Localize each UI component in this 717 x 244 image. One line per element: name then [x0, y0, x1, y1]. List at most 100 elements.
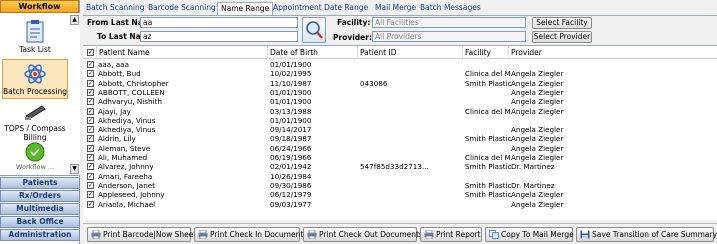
row-checkbox[interactable]: ✓ [87, 154, 94, 161]
select-provider-button[interactable]: Select Provider [532, 31, 592, 43]
nav-rx-orders[interactable]: Rx/Orders [0, 190, 80, 202]
copy-to-mail-merge-button[interactable]: Copy To Mail Merge [485, 227, 574, 242]
from-last-name-input[interactable]: aa [140, 17, 298, 28]
row-checkbox[interactable]: ✓ [87, 70, 94, 78]
facility-cell [465, 60, 511, 69]
print-check-out-documents-button[interactable]: Print Check Out Documents [303, 227, 423, 242]
facility-cell: Smith Plastic Sur... [465, 190, 511, 200]
provider-field[interactable]: All Providers [372, 31, 526, 42]
patient-id-cell: 043086 [360, 78, 388, 88]
row-checkbox[interactable]: ✓ [87, 61, 94, 68]
table-row[interactable]: ✓ Abbott, Bud 10/02/1995 Clinica del MarAng… [83, 69, 717, 78]
nav-administration[interactable]: Administration [0, 229, 80, 241]
table-row[interactable]: ✓ Ariaola, Michael 09/03/1977 Angela Ziegle… [83, 200, 717, 209]
dob-cell: 11/10/1987 [270, 78, 312, 88]
row-checkbox[interactable]: ✓ [87, 181, 94, 189]
button-label: Print Report [436, 230, 481, 239]
print-report-button[interactable]: Print Report [420, 227, 482, 242]
nav-patients[interactable]: Patients [0, 177, 80, 189]
scroll-down-arrow-icon[interactable]: ▼ [70, 164, 79, 174]
tab-name-range[interactable]: Name Range [217, 2, 274, 15]
row-checkbox[interactable]: ✓ [87, 107, 94, 115]
table-row[interactable]: ✓ Abbott, Christopher 11/10/1987 043086 Smit… [83, 79, 717, 88]
table-row[interactable]: ✓ ABBOTT, COLLEEN 01/01/1900 Angela Ziegler [83, 88, 717, 97]
dob-cell: 06/24/1966 [270, 143, 312, 153]
select-all-checkbox[interactable]: ✓ [87, 49, 94, 56]
scroll-up-arrow-icon[interactable]: ▲ [70, 15, 79, 25]
patient-id-cell [360, 69, 432, 78]
select-facility-button[interactable]: Select Facility [532, 17, 592, 29]
button-label: Print Barcode|Now Sheets [103, 230, 201, 239]
table-row[interactable]: ✓ Adhvaryu, Nishith 01/01/1900 Angela Ziegl… [83, 97, 717, 106]
facility-cell: Clinica del Mar [465, 153, 511, 162]
column-header-facility[interactable]: Facility [463, 46, 509, 59]
provider-cell: Angela Ziegler [511, 87, 564, 97]
patient-name-cell: Ariaola, Michael [98, 199, 156, 209]
provider-cell: Angela Ziegler [511, 125, 564, 135]
workflow-item-green[interactable] [2, 142, 68, 164]
row-checkbox[interactable]: ✓ [87, 116, 94, 124]
nav-back-office[interactable]: Back Office [0, 216, 80, 228]
row-checkbox[interactable]: ✓ [87, 135, 94, 143]
row-checkbox[interactable]: ✓ [87, 172, 94, 180]
to-last-name-input[interactable]: az [140, 31, 298, 42]
print-check-in-documents-button[interactable]: Print Check In Documents [194, 227, 307, 242]
table-row[interactable]: ✓ Aldrin, Lily 09/18/1987 Smith Plastic Sur… [83, 134, 717, 143]
column-header-patient-id[interactable]: Patient ID [358, 46, 463, 59]
table-row[interactable]: ✓ Ali, Muhamed 06/19/1966 Clinica del MarAn… [83, 153, 717, 162]
workflow-item-batch-processing[interactable]: Batch Processing [2, 59, 68, 99]
row-checkbox[interactable]: ✓ [87, 126, 94, 134]
nav-multimedia[interactable]: Multimedia [0, 203, 80, 215]
patient-name-cell: Adhvaryu, Nishith [98, 97, 162, 107]
save-transition-of-care-summary-button[interactable]: Save Transition of Care Summary [576, 227, 717, 242]
facility-cell [465, 125, 511, 134]
table-row[interactable]: ✓ Amari, Fareeha 10/26/1984 [83, 172, 717, 181]
table-row[interactable]: ✓ Akhediya, Vinus 09/14/2017 Angela Ziegler [83, 125, 717, 134]
print-barcode-sheets-button[interactable]: Print Barcode|Now Sheets [87, 227, 200, 242]
workflow-item-tops-compass-billing[interactable]: TOPS / Compass Billing [2, 102, 68, 142]
table-row[interactable]: ✓ Appleseed, Johnny 06/12/1979 Smith Plasti… [83, 190, 717, 199]
search-button[interactable] [302, 17, 326, 43]
patient-id-cell [360, 190, 432, 199]
dob-cell: 09/18/1987 [270, 134, 312, 144]
row-checkbox[interactable]: ✓ [87, 79, 94, 87]
table-row[interactable]: ✓ Alvarez, Johnny 02/01/1942 547f85d33d2713… [83, 162, 717, 171]
row-checkbox[interactable]: ✓ [87, 144, 94, 152]
dob-cell: 01/01/1900 [270, 60, 312, 69]
table-row[interactable]: ✓ Anderson, Janet 09/30/1986 Smith Plastic … [83, 181, 717, 190]
patient-id-cell [360, 200, 432, 209]
row-checkbox[interactable]: ✓ [87, 200, 94, 208]
patient-id-cell [360, 144, 432, 153]
tab-appointment-date-range[interactable]: Appointment Date Range [270, 2, 371, 15]
patient-name-cell: Anderson, Janet [98, 180, 155, 190]
table-row[interactable]: ✓ Ajayi, Jay 03/13/1988 Clinica del MarAnge… [83, 107, 717, 116]
grid-header: ✓ Patient Name Date of Birth Patient ID … [83, 46, 717, 59]
tab-batch-scanning[interactable]: Batch Scanning [83, 2, 148, 15]
patient-id-cell [360, 134, 432, 143]
table-row[interactable]: ✓ aaa, aaa 01/01/1900 [83, 60, 717, 69]
patient-id-cell [360, 60, 432, 69]
workflow-item-task-list[interactable]: Task List [2, 19, 68, 57]
row-checkbox[interactable]: ✓ [87, 191, 94, 199]
tab-barcode-scanning[interactable]: Barcode Scanning [145, 2, 219, 15]
workflow-sidebar: Workflow ▲ ▼ Task List Batch Processing [0, 0, 80, 244]
patient-name-cell: aaa, aaa [98, 60, 129, 69]
facility-field[interactable]: All Facilities [372, 17, 526, 28]
dob-cell: 09/30/1986 [270, 180, 312, 190]
column-header-provider[interactable]: Provider [509, 46, 717, 59]
column-header-patient-name[interactable]: Patient Name [97, 46, 268, 59]
table-row[interactable]: ✓ Aleman, Steve 06/24/1966 Angela Ziegler [83, 144, 717, 153]
row-checkbox[interactable]: ✓ [87, 98, 94, 106]
column-header-dob[interactable]: Date of Birth [268, 46, 358, 59]
provider-cell: Angela Ziegler [511, 78, 564, 88]
tab-mail-merge[interactable]: Mail Merge [372, 2, 419, 15]
facility-cell [465, 200, 511, 209]
table-row[interactable]: ✓ Akhediya, Vinus 01/01/1900 [83, 116, 717, 125]
workflow-item-label: TOPS / Compass Billing [4, 124, 66, 142]
tab-batch-messages[interactable]: Batch Messages [417, 2, 484, 15]
workflow-header[interactable]: Workflow [0, 0, 79, 13]
row-checkbox[interactable]: ✓ [87, 88, 94, 96]
dob-cell: 01/01/1900 [270, 97, 312, 107]
workflow-item-partial[interactable]: Workflow ... [2, 163, 68, 175]
row-checkbox[interactable]: ✓ [87, 163, 94, 171]
